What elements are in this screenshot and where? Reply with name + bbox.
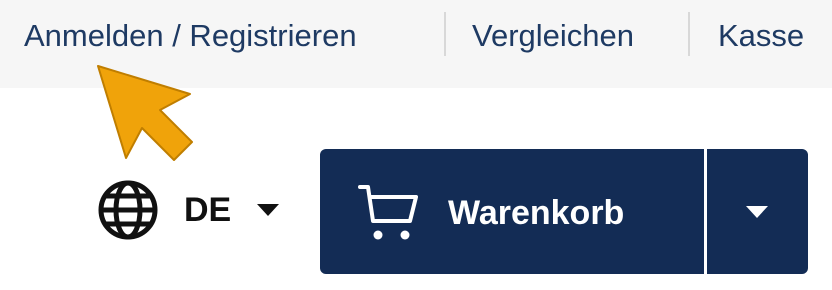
cart-dropdown-button[interactable] <box>707 149 808 274</box>
chevron-down-icon <box>746 206 768 218</box>
arrow-pointer-icon <box>97 65 193 161</box>
separator <box>444 12 446 56</box>
separator <box>688 12 690 56</box>
cart-label: Warenkorb <box>448 194 625 232</box>
shopping-cart-icon <box>358 185 418 240</box>
checkout-link[interactable]: Kasse <box>718 14 804 58</box>
compare-link[interactable]: Vergleichen <box>472 14 634 58</box>
globe-icon <box>98 180 158 240</box>
cart-button[interactable]: Warenkorb <box>320 149 704 274</box>
login-register-link[interactable]: Anmelden / Registrieren <box>24 14 357 58</box>
chevron-down-icon <box>257 204 279 216</box>
language-code: DE <box>184 191 232 229</box>
